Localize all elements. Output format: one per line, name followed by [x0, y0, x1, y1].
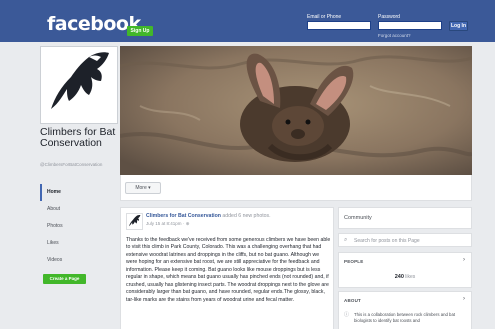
feed-post: Climbers for Bat Conservation added 6 ne…: [120, 207, 334, 329]
log-in-button[interactable]: Log In: [449, 21, 468, 31]
search-input[interactable]: Search for posts on this Page: [354, 238, 420, 244]
page-handle[interactable]: @ClimbersForBatConservation: [40, 162, 118, 168]
likes-count: 240 likes: [339, 274, 471, 280]
community-label: Community: [344, 215, 372, 221]
post-action-text: added 6 new photos.: [222, 213, 271, 219]
likes-word: likes: [405, 274, 416, 280]
about-heading: ABOUT: [344, 298, 361, 303]
globe-icon: · ⊕: [182, 221, 190, 226]
page-navigation: Home About Photos Likes Videos Posts: [40, 184, 104, 286]
likes-number: 240: [394, 274, 404, 280]
chevron-right-icon[interactable]: ›: [463, 296, 465, 302]
nav-item-videos[interactable]: Videos: [40, 252, 104, 269]
create-page-button[interactable]: Create a Page: [43, 274, 86, 284]
profile-picture[interactable]: [40, 46, 118, 124]
caret-down-icon: ▾: [148, 185, 151, 191]
about-text: ⓘ This is a collaboration between rock c…: [344, 312, 468, 324]
nav-item-likes[interactable]: Likes: [40, 235, 104, 252]
email-label: Email or Phone: [307, 14, 342, 20]
page-search[interactable]: ⌕ Search for posts on this Page: [338, 233, 472, 247]
email-field[interactable]: [307, 21, 371, 30]
about-card: ABOUT › ⓘ This is a collaboration betwee…: [338, 291, 472, 329]
nav-item-photos[interactable]: Photos: [40, 218, 104, 235]
page-action-bar: More ▾: [120, 175, 472, 201]
password-label: Password: [378, 14, 400, 20]
cover-photo[interactable]: [120, 46, 472, 175]
page-title: Climbers for Bat Conservation: [40, 126, 116, 149]
post-header: Climbers for Bat Conservation added 6 ne…: [146, 213, 331, 228]
sign-up-button[interactable]: Sign Up: [127, 26, 153, 36]
community-card[interactable]: Community: [338, 207, 472, 229]
info-icon: ⓘ: [344, 312, 350, 318]
post-author-avatar[interactable]: [126, 213, 143, 230]
more-button[interactable]: More ▾: [125, 182, 161, 194]
about-description: This is a collaboration between rock cli…: [354, 312, 456, 323]
password-field[interactable]: [378, 21, 442, 30]
more-label: More: [135, 185, 147, 191]
bat-logo-icon: [128, 215, 141, 227]
bat-logo-icon: [51, 52, 109, 109]
nav-item-home[interactable]: Home: [40, 184, 104, 201]
search-icon: ⌕: [344, 237, 348, 243]
post-timestamp[interactable]: July 15 at 8:41pm: [146, 221, 182, 226]
chevron-right-icon[interactable]: ›: [463, 257, 465, 263]
bat-photo: [120, 46, 472, 175]
forgot-account-link[interactable]: Forgot account?: [378, 33, 411, 38]
post-body: Thanks to the feedback we've received fr…: [126, 237, 331, 303]
people-heading: PEOPLE: [344, 259, 364, 264]
nav-item-about[interactable]: About: [40, 201, 104, 218]
post-author-link[interactable]: Climbers for Bat Conservation: [146, 213, 221, 219]
top-bar: facebook Sign Up Email or Phone Password…: [0, 0, 495, 42]
people-card: PEOPLE › 240 likes: [338, 252, 472, 288]
